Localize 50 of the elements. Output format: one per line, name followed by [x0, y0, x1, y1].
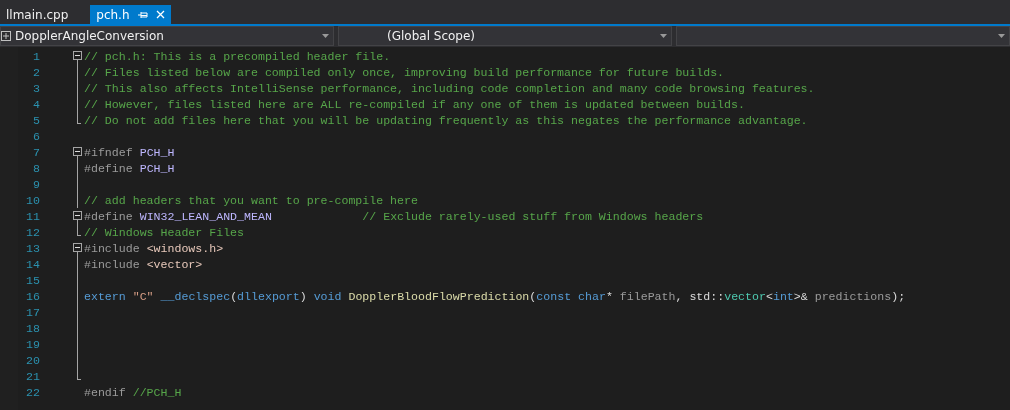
line-number: 1: [32, 49, 40, 63]
project-icon: [1, 31, 11, 41]
navigation-dropdown[interactable]: DopplerAngleConversion: [0, 26, 334, 46]
line-number: 3: [32, 81, 40, 95]
line-number: 20: [25, 353, 40, 367]
line-number: 18: [25, 321, 40, 335]
line-number: 8: [32, 161, 40, 175]
line-number: 14: [25, 257, 40, 271]
collapse-icon[interactable]: [73, 147, 82, 156]
line-number: 22: [25, 385, 40, 399]
line-number: 7: [32, 145, 40, 159]
dropdown-arrow-icon: [660, 34, 667, 38]
code-line: // However, files listed here are ALL re-compiled if any one of them is updated between builds.: [83, 97, 745, 111]
file-tab[interactable]: llmain.cpp: [0, 5, 75, 24]
line-number: 10: [25, 193, 40, 207]
line-number: 4: [32, 97, 40, 111]
code-line: #ifndef PCH_H: [83, 145, 175, 159]
code-line: #define PCH_H: [83, 161, 175, 175]
code-line: // Files listed below are compiled only once, improving build performance for future builds.: [83, 65, 725, 79]
line-number: 9: [32, 177, 40, 191]
line-number: 5: [32, 113, 40, 127]
code-line: // pch.h: This is a precompiled header file.: [83, 49, 391, 63]
collapse-icon[interactable]: [73, 51, 82, 60]
code-line: // add headers that you want to pre-compile here: [83, 193, 418, 207]
code-line: extern "C" __declspec(dllexport) void DopplerBloodFlowPrediction(const char* filePath, std::vector<int>& predictions);: [83, 289, 906, 303]
file-tab[interactable]: pch.h: [90, 5, 171, 24]
code-line: // Windows Header Files: [83, 225, 245, 239]
code-line: #define WIN32_LEAN_AND_MEAN // Exclude rarely-used stuff from Windows headers: [83, 209, 704, 223]
line-number: 15: [25, 273, 40, 287]
dropdown-arrow-icon: [322, 34, 329, 38]
line-number: 17: [25, 305, 40, 319]
code-line: // Do not add files here that you will be updating frequently as this negates the performance advantage.: [83, 113, 808, 127]
pin-icon[interactable]: [137, 10, 148, 19]
code-line: #include <windows.h>: [83, 241, 224, 255]
code-line: #endif //PCH_H: [83, 385, 182, 399]
navigation-dropdown[interactable]: (Global Scope): [338, 26, 672, 46]
code-line: // This also affects IntelliSense performance, including code completion and many code browsing features.: [83, 81, 815, 95]
code-line: #include <vector>: [83, 257, 203, 271]
collapse-icon[interactable]: [73, 211, 82, 220]
line-number: 2: [32, 65, 40, 79]
line-number: 21: [25, 369, 40, 383]
line-number: 16: [25, 289, 40, 303]
collapse-icon[interactable]: [73, 243, 82, 252]
line-number: 11: [25, 209, 40, 223]
close-icon[interactable]: [155, 10, 165, 19]
dropdown-arrow-icon: [998, 34, 1005, 38]
line-number: 19: [25, 337, 40, 351]
line-number: 12: [25, 225, 40, 239]
line-number: 6: [32, 129, 40, 143]
line-number: 13: [25, 241, 40, 255]
